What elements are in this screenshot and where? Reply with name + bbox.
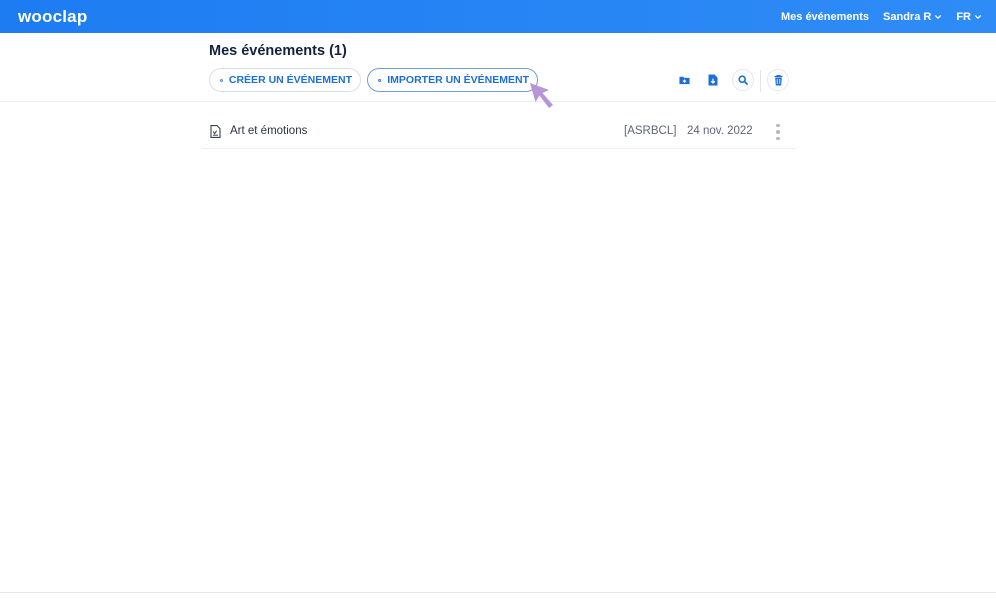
document-icon — [210, 125, 221, 138]
download-file-icon — [708, 74, 718, 86]
search-icon — [738, 75, 748, 85]
language-dropdown[interactable]: FR — [956, 11, 982, 23]
new-folder-icon — [678, 76, 690, 85]
event-date: 24 nov. 2022 — [687, 125, 753, 137]
plus-circle-icon — [378, 78, 382, 82]
chevron-down-icon — [935, 14, 942, 19]
event-name: Art et émotions — [230, 125, 308, 137]
trash-button[interactable] — [767, 69, 789, 91]
wooclap-logo[interactable]: wooclap — [18, 7, 87, 27]
new-folder-button[interactable] — [673, 69, 695, 91]
nav-right-group: Mes événements Sandra R FR — [781, 11, 982, 23]
nav-my-events-label: Mes événements — [780, 10, 870, 23]
import-event-label: IMPORTER UN ÉVÉNEMENT — [387, 74, 529, 86]
plus-circle-icon — [220, 78, 223, 82]
toolbar-divider — [0, 101, 996, 102]
chevron-down-icon — [974, 14, 982, 19]
more-vertical-icon[interactable] — [772, 122, 784, 142]
user-name-label: Sandra R — [883, 10, 932, 23]
event-row[interactable]: Art et émotions [ASRBCL] 24 nov. 2022 — [202, 118, 796, 149]
top-navigation-bar: wooclap Mes événements Sandra R FR — [0, 0, 996, 33]
import-event-button[interactable]: IMPORTER UN ÉVÉNEMENT — [367, 68, 538, 92]
search-button[interactable] — [732, 69, 754, 91]
create-event-label: CRÉER UN ÉVÉNEMENT — [228, 74, 352, 86]
language-label: FR — [956, 10, 971, 23]
nav-my-events-link[interactable]: Mes événements — [781, 11, 869, 23]
cursor-arrow-icon — [530, 83, 553, 108]
page-title: Mes événements (1) — [209, 43, 347, 59]
create-event-button[interactable]: CRÉER UN ÉVÉNEMENT — [209, 68, 361, 92]
event-code: [ASRBCL] — [624, 125, 677, 137]
user-menu-dropdown[interactable]: Sandra R — [883, 11, 942, 23]
footer-divider — [0, 592, 996, 593]
trash-icon — [774, 74, 782, 85]
toolbar-separator — [760, 70, 761, 92]
download-file-button[interactable] — [702, 69, 724, 91]
